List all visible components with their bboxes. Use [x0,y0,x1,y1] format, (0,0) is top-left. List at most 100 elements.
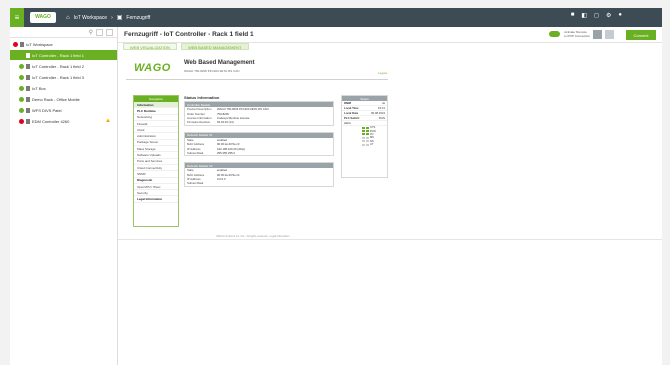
info-value: Codesys Runtime License [217,115,250,120]
nav-item[interactable]: Legal Information [134,196,178,203]
info-key: Subnet Mask [187,181,204,186]
search-icon[interactable]: ⚲ [89,29,93,36]
breadcrumb-home[interactable]: IoT Workspace [74,15,107,21]
status-dot-icon [19,107,24,113]
status-dot-icon [19,52,24,58]
device-icon [26,107,30,113]
connect-button[interactable]: Connect [626,30,656,40]
info-value: WAGO 750-8206 PFC200 2ETH RS CAN [217,107,269,112]
navigation-list: Information PLC Runtime Networking Firewall… [134,102,178,203]
wago-cloud-logo[interactable]: WAGO [30,12,56,23]
led-row: U7 [342,143,387,146]
network-x1-rows: State enabled MAC Address 00:30:de:40:5e:c3… [185,138,333,156]
user-icon[interactable]: ● [618,12,622,19]
led-indicator-icon [362,136,365,139]
tree-item-label: IoT Controller - Rack 1 field 3 [32,74,84,80]
main-header: Fernzugriff - IoT Controller - Rack 1 fi… [118,27,662,43]
led-list: SYS RUN I/O MS NS U7 [342,126,387,146]
remote-toggle[interactable] [549,31,560,37]
info-key: IP Address [187,177,201,182]
controller-details-box: Controller Details Product Description WA… [184,101,334,126]
info-key: State [187,137,194,142]
remote-toggle-label: Activate 'Remote to IP/IP Connection [564,30,590,38]
main-content: WAGO Web Based Management WAGO 750-8206 … [118,51,662,365]
network-x2-box: Network Details X2 State enabled MAC Addre… [184,162,334,187]
led-indicator-icon [362,133,365,136]
device-icon [20,41,24,47]
controller-details-rows: Product Description WAGO 750-8206 PFC200 … [185,107,333,125]
tree-item[interactable]: WFS DIVS Patel [10,105,117,115]
messages-icon[interactable]: ■ [571,12,575,19]
wago-logo: WAGO [134,62,171,74]
led-indicator-icon [362,130,365,133]
info-value: 750-8206 [217,111,229,116]
info-value: 255.255.255.0 [217,150,235,155]
info-key: License Information [187,115,212,120]
tree-item[interactable]: IoT Workspace [10,39,117,49]
tab-web-based-management[interactable]: WEB BASED MANAGEMENT [180,43,249,50]
device-icon [26,118,30,124]
breadcrumb-current: Fernzugriff [126,14,151,21]
page-title: Fernzugriff - IoT Controller - Rack 1 fi… [124,31,254,38]
info-key: Subnet Mask [187,150,204,155]
led-indicator-icon [362,126,365,129]
notifications-icon[interactable]: ◧ [581,12,587,19]
tree-item[interactable]: Demo Rack - Office Mobile [10,94,117,104]
status-information: Status Information Controller Details Pr… [184,95,334,193]
settings-icon[interactable]: ⚙ [606,12,611,19]
breadcrumb-separator: › [111,14,113,21]
window-button[interactable] [605,30,614,39]
menu-icon[interactable]: ≡ [10,8,24,27]
expand-button[interactable] [106,28,113,36]
info-key: State [187,168,194,173]
tree-item[interactable]: IoT Controller - Rack 1 field 3 [10,72,117,82]
info-value: 00:30:de:40:5e:c3 [217,142,240,147]
tree-item[interactable]: EDM Controller 4260 ▲ [10,116,117,126]
device-icon [26,63,30,69]
tree-item-label: Demo Rack - Office Mobile [32,96,80,102]
status-dot-icon [19,85,24,91]
status-value: RUN [378,116,385,120]
warning-icon: ▲ [105,118,111,124]
device-icon [26,96,30,102]
collapse-button[interactable] [96,28,103,36]
led-indicator-icon [366,133,369,136]
tree-item[interactable]: IoT Controller - Rack 1 field 1 [10,50,117,60]
refresh-button[interactable] [593,30,602,39]
status-dot-icon [19,74,24,80]
tree-item[interactable]: IoT Controller - Rack 1 field 2 [10,61,117,71]
info-key: MAC Address [187,172,205,177]
footer-text: WAGO GmbH & Co. KG - All rights reserved… [216,235,290,238]
wbm-page: WAGO Web Based Management WAGO 750-8206 … [126,55,646,238]
leds-label: LEDs [344,121,351,125]
led-indicator-icon [362,140,365,143]
home-icon[interactable]: ⌂ [66,15,70,21]
status-value: 06.08.2024 [371,111,385,115]
info-value: enabled [217,168,227,173]
logout-link[interactable]: Logout [378,71,387,75]
info-value: enabled [217,137,227,142]
led-indicator-icon [366,130,369,133]
footer-divider [118,239,662,240]
network-x2-rows: State enabled MAC Address 00:30:de:40:5e:c4… [185,168,333,186]
wbm-title: Web Based Management [184,60,255,66]
tree-item-label: IoT Controller - Rack 1 field 1 [32,52,84,58]
app-frame: ≡ WAGO ⌂ IoT Workspace › ▣ Fernzugriff ■… [0,0,670,365]
status-led-box: Status WBM ok Local Time 15:41 Local Date 06.… [341,95,388,178]
led-indicator-icon [362,143,365,146]
info-value: 03.02.02 (14) [217,120,234,125]
info-key: Order Number [187,111,205,116]
info-key: Firmware Revision [187,120,211,125]
led-label: U7 [370,143,374,147]
help-icon[interactable]: ◻ [594,12,599,19]
info-value: 00:30:de:40:5e:c4 [217,172,240,177]
device-tree-sidebar: ⚲ IoT Workspace IoT Controller - Rack 1 f… [10,27,118,365]
topbar-actions: ■ ◧ ◻ ⚙ ● [571,12,622,19]
tree-item[interactable]: IoT Box [10,83,117,93]
tree-search-bar: ⚲ [10,27,117,38]
status-key: PLC Switch [344,116,360,120]
device-icon [26,74,30,80]
logo-text: WAGO [35,14,51,20]
device-icon: ▣ [116,15,123,21]
tab-web-visualization[interactable]: WEB VISUALIZATION [123,43,177,50]
